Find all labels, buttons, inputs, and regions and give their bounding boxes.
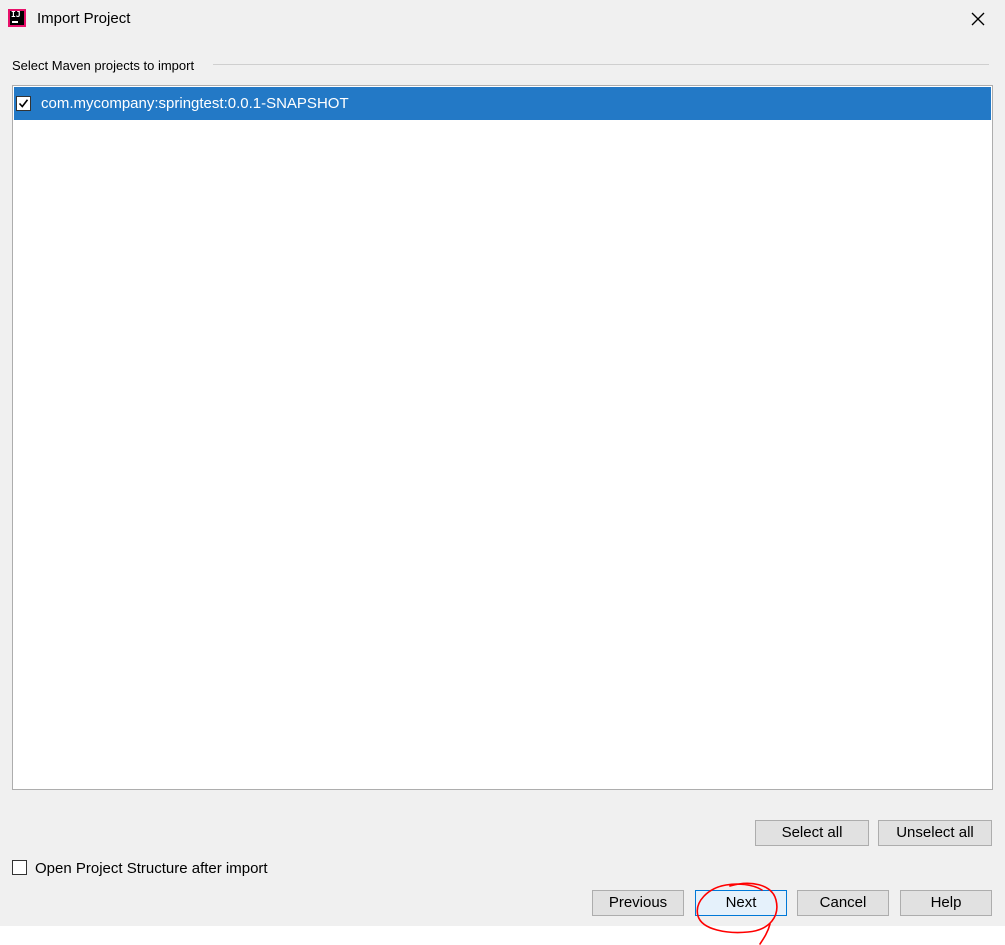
title-bar: IJ Import Project	[0, 0, 1005, 40]
section-label: Select Maven projects to import	[12, 58, 195, 73]
open-structure-checkbox[interactable]	[12, 860, 27, 875]
help-button[interactable]: Help	[900, 890, 992, 916]
close-icon	[971, 12, 985, 26]
unselect-all-button[interactable]: Unselect all	[878, 820, 992, 846]
project-label: com.mycompany:springtest:0.0.1-SNAPSHOT	[41, 95, 349, 112]
next-button[interactable]: Next	[695, 890, 787, 916]
bottom-strip	[0, 926, 1005, 945]
select-all-button[interactable]: Select all	[755, 820, 869, 846]
previous-button[interactable]: Previous	[592, 890, 684, 916]
section-divider	[213, 64, 989, 65]
intellij-idea-icon: IJ	[8, 9, 26, 27]
cancel-button[interactable]: Cancel	[797, 890, 889, 916]
window-title: Import Project	[37, 10, 131, 27]
open-structure-label: Open Project Structure after import	[35, 860, 268, 877]
project-checkbox[interactable]	[16, 96, 31, 111]
checkmark-icon	[18, 99, 29, 108]
list-item[interactable]: com.mycompany:springtest:0.0.1-SNAPSHOT	[14, 87, 991, 120]
maven-project-list[interactable]: com.mycompany:springtest:0.0.1-SNAPSHOT	[12, 85, 993, 790]
close-button[interactable]	[958, 2, 998, 36]
